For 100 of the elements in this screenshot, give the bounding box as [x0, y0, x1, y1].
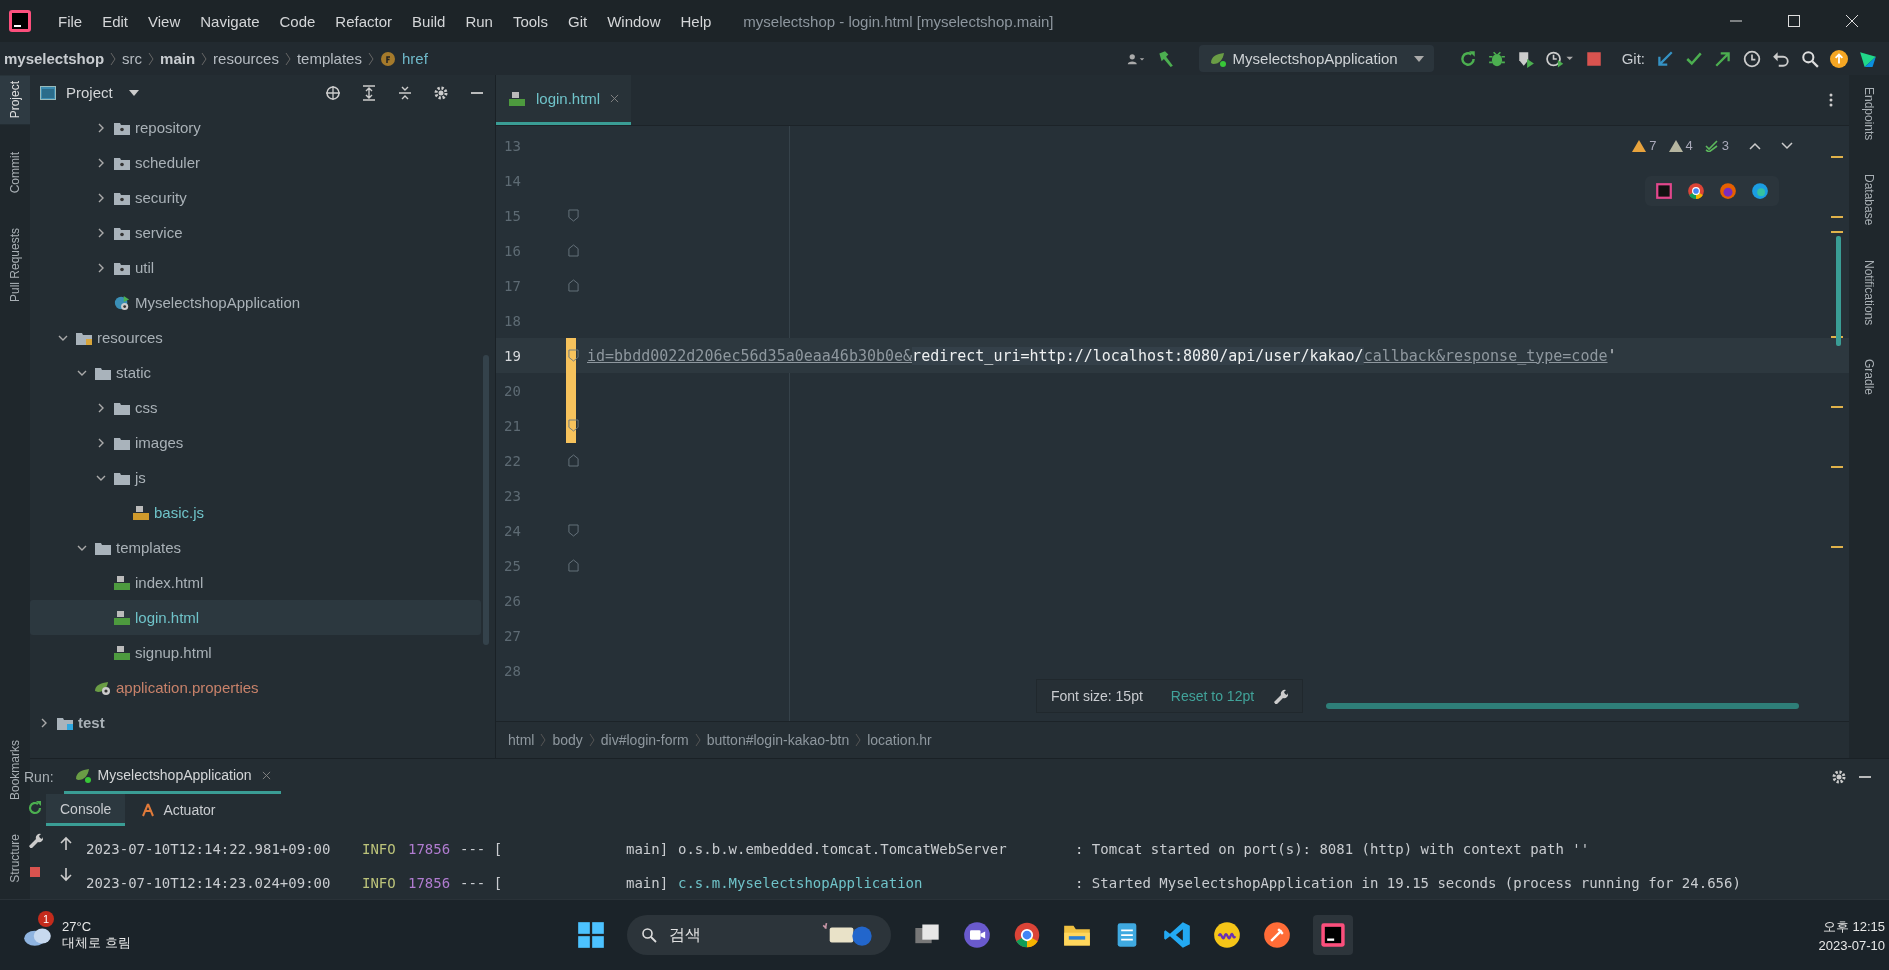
- video-call-icon[interactable]: [963, 921, 991, 949]
- start-icon[interactable]: [577, 921, 605, 949]
- code-editor-icon[interactable]: [1163, 921, 1191, 949]
- wrench-icon[interactable]: [1272, 688, 1289, 704]
- menu-item[interactable]: Run: [465, 12, 493, 30]
- ide-browser-icon[interactable]: [1655, 182, 1673, 200]
- breadcrumb-item[interactable]: myselectshop: [4, 50, 105, 67]
- menu-item[interactable]: Help: [680, 12, 712, 30]
- tree-item[interactable]: static: [30, 355, 481, 390]
- tree-item[interactable]: templates: [30, 530, 481, 565]
- tree-item[interactable]: scheduler: [30, 145, 481, 180]
- inspection-count[interactable]: 3: [1704, 138, 1729, 153]
- breadcrumb-item[interactable]: src: [122, 50, 143, 67]
- tree-item[interactable]: login.html: [30, 600, 481, 635]
- breadcrumb-item[interactable]: html: [508, 732, 535, 748]
- settings-icon[interactable]: [433, 84, 449, 101]
- profiler-icon[interactable]: [1545, 49, 1574, 68]
- menu-item[interactable]: Edit: [102, 12, 129, 30]
- scroll-up-icon[interactable]: [58, 836, 74, 852]
- breadcrumb-item[interactable]: button#login-kakao-btn: [706, 732, 850, 748]
- taskbar-search-field[interactable]: 검색: [627, 915, 891, 955]
- console-tab[interactable]: Actuator: [125, 794, 230, 826]
- menu-item[interactable]: Navigate: [200, 12, 260, 30]
- tool-window-tab[interactable]: Notifications: [1862, 259, 1876, 326]
- menu-item[interactable]: File: [58, 12, 83, 30]
- menu-item[interactable]: View: [148, 12, 181, 30]
- menu-item[interactable]: Code: [279, 12, 316, 30]
- editor-tab[interactable]: login.html: [496, 75, 632, 125]
- push-arrow-icon[interactable]: [1714, 49, 1732, 68]
- tree-item[interactable]: security: [30, 180, 481, 215]
- stop-icon[interactable]: [1584, 49, 1603, 68]
- tree-item[interactable]: index.html: [30, 565, 481, 600]
- tree-item[interactable]: repository: [30, 110, 481, 145]
- stop-icon[interactable]: [27, 864, 43, 880]
- previous-icon[interactable]: [1749, 141, 1761, 150]
- console-tab[interactable]: Console: [46, 794, 126, 826]
- fold-icon[interactable]: [567, 419, 579, 432]
- chrome-icon[interactable]: [1687, 182, 1705, 200]
- rerun-icon[interactable]: [1458, 49, 1477, 68]
- tool-window-tab[interactable]: Project: [0, 75, 30, 125]
- tree-item[interactable]: resources: [30, 320, 481, 355]
- rerun-icon[interactable]: [27, 800, 43, 816]
- wrench-icon[interactable]: [27, 832, 43, 848]
- tree-item[interactable]: test: [30, 705, 481, 740]
- tool-window-tab[interactable]: Pull Requests: [8, 221, 22, 308]
- run-configuration-dropdown[interactable]: MyselectshopApplication: [1198, 45, 1434, 72]
- undo-icon[interactable]: [1772, 49, 1790, 68]
- tree-item[interactable]: css: [30, 390, 481, 425]
- settings-icon[interactable]: [1831, 768, 1847, 785]
- tree-item[interactable]: util: [30, 250, 481, 285]
- expand-all-icon[interactable]: [361, 84, 377, 101]
- locate-icon[interactable]: [325, 84, 341, 101]
- chrome-icon[interactable]: [1013, 921, 1041, 949]
- tree-item[interactable]: images: [30, 425, 481, 460]
- breadcrumb-item[interactable]: templates: [296, 50, 362, 67]
- tree-item[interactable]: signup.html: [30, 635, 481, 670]
- tree-item[interactable]: application.properties: [30, 670, 481, 705]
- toolbox-logo-icon[interactable]: [1859, 49, 1877, 68]
- tool-window-tab[interactable]: Structure: [8, 828, 22, 889]
- dropdown-caret-icon[interactable]: [128, 89, 139, 96]
- tool-window-tab[interactable]: Database: [1862, 174, 1876, 226]
- log-logger[interactable]: c.s.m.MyselectshopApplication: [678, 875, 1075, 891]
- tool-window-tab[interactable]: Commit: [8, 146, 22, 200]
- panel-title[interactable]: Project: [66, 84, 113, 101]
- menu-item[interactable]: Window: [607, 12, 661, 30]
- postman-icon[interactable]: [1263, 921, 1291, 949]
- bug-icon[interactable]: [1487, 49, 1506, 68]
- breadcrumb-item[interactable]: body: [552, 732, 583, 748]
- menu-item[interactable]: Tools: [512, 12, 548, 30]
- fold-icon[interactable]: [567, 349, 579, 362]
- update-arrow-icon[interactable]: [1656, 49, 1674, 68]
- tree-item[interactable]: js: [30, 460, 481, 495]
- breadcrumb-item[interactable]: main: [160, 50, 196, 67]
- menu-item[interactable]: Git: [567, 12, 588, 30]
- coverage-icon[interactable]: [1516, 49, 1535, 68]
- tree-item[interactable]: basic.js: [30, 495, 481, 530]
- tool-window-tab[interactable]: Bookmarks: [8, 734, 22, 807]
- tree-item[interactable]: MyselectshopApplication: [30, 285, 481, 320]
- edge-icon[interactable]: [1751, 182, 1769, 200]
- next-icon[interactable]: [1781, 141, 1793, 150]
- breadcrumb-item[interactable]: href: [401, 50, 428, 67]
- breadcrumb-item[interactable]: location.hr: [867, 732, 932, 748]
- more-options-icon[interactable]: [1829, 92, 1833, 108]
- intellij-icon[interactable]: [1313, 915, 1353, 955]
- wave-app-icon[interactable]: [1213, 921, 1241, 949]
- menu-item[interactable]: Refactor: [335, 12, 393, 30]
- reset-link[interactable]: Reset to 12pt: [1170, 688, 1255, 704]
- history-icon[interactable]: [1743, 49, 1761, 68]
- tool-window-tab[interactable]: Gradle: [1862, 359, 1876, 396]
- search-icon[interactable]: [1801, 49, 1819, 68]
- collapse-all-icon[interactable]: [397, 84, 413, 101]
- breadcrumb-item[interactable]: div#login-form: [600, 732, 689, 748]
- breadcrumb-item[interactable]: resources: [213, 50, 279, 67]
- maximize-icon[interactable]: [1787, 14, 1801, 28]
- tool-window-tab[interactable]: Endpoints: [1862, 87, 1876, 141]
- menu-item[interactable]: Build: [412, 12, 446, 30]
- update-icon[interactable]: [1830, 49, 1848, 68]
- firefox-icon[interactable]: [1719, 182, 1737, 200]
- scroll-down-icon[interactable]: [58, 866, 74, 882]
- tree-item[interactable]: service: [30, 215, 481, 250]
